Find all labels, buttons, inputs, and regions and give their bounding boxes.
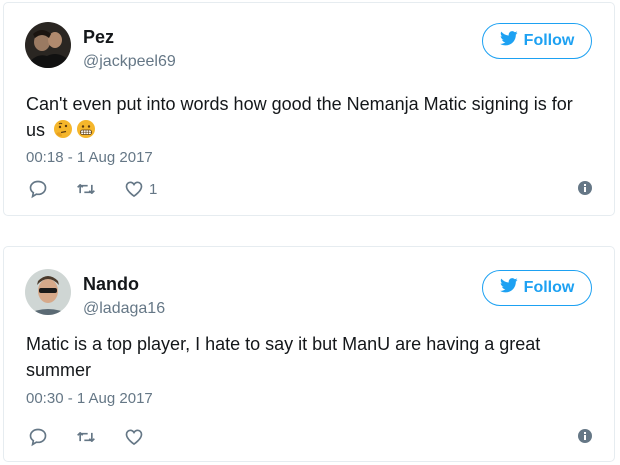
user-handle[interactable]: @jackpeel69 bbox=[83, 53, 176, 71]
follow-button[interactable]: Follow bbox=[482, 270, 592, 306]
user-handle[interactable]: @ladaga16 bbox=[83, 300, 165, 318]
tweet-timestamp[interactable]: 00:30 - 1 Aug 2017 bbox=[26, 390, 153, 407]
display-name[interactable]: Nando bbox=[83, 274, 139, 295]
avatar[interactable] bbox=[25, 22, 71, 68]
twitter-bird-icon bbox=[499, 278, 518, 298]
retweet-button[interactable] bbox=[76, 427, 96, 447]
tweet-timestamp[interactable]: 00:18 - 1 Aug 2017 bbox=[26, 149, 153, 166]
like-icon bbox=[124, 179, 144, 199]
tweet-actions bbox=[28, 427, 144, 447]
tweet-text-content: Can't even put into words how good the N… bbox=[26, 94, 573, 140]
retweet-button[interactable] bbox=[76, 179, 96, 199]
avatar[interactable] bbox=[25, 269, 71, 315]
retweet-icon bbox=[76, 179, 96, 199]
thinking-face-emoji bbox=[53, 119, 73, 139]
follow-button[interactable]: Follow bbox=[482, 23, 592, 59]
follow-label: Follow bbox=[523, 279, 575, 296]
info-icon[interactable] bbox=[578, 429, 592, 443]
like-icon bbox=[124, 427, 144, 447]
grimacing-face-emoji bbox=[76, 119, 96, 139]
reply-icon bbox=[28, 427, 48, 447]
info-icon[interactable] bbox=[578, 181, 592, 195]
display-name[interactable]: Pez bbox=[83, 27, 114, 48]
reply-button[interactable] bbox=[28, 179, 48, 199]
follow-label: Follow bbox=[523, 32, 575, 49]
tweet-text: Matic is a top player, I hate to say it … bbox=[26, 334, 541, 380]
retweet-icon bbox=[76, 427, 96, 447]
reply-button[interactable] bbox=[28, 427, 48, 447]
reply-icon bbox=[28, 179, 48, 199]
like-count: 1 bbox=[149, 180, 158, 198]
tweet-actions: 1 bbox=[28, 179, 157, 199]
tweet-card: Pez @jackpeel69 Follow Can't even put in… bbox=[3, 2, 615, 216]
twitter-bird-icon bbox=[499, 31, 518, 51]
like-button[interactable]: 1 bbox=[124, 179, 157, 199]
tweet-text: Can't even put into words how good the N… bbox=[26, 91, 596, 143]
like-button[interactable] bbox=[124, 427, 144, 447]
tweet-card: Nando @ladaga16 Follow Matic is a top pl… bbox=[3, 246, 615, 462]
